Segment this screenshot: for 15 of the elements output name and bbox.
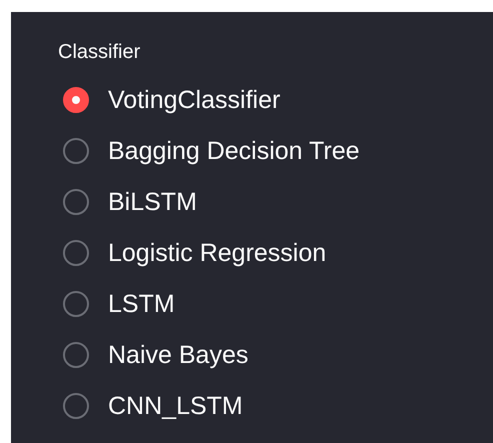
radio-button[interactable] bbox=[63, 138, 89, 164]
radio-button[interactable] bbox=[63, 393, 89, 419]
option-label[interactable]: BiLSTM bbox=[108, 188, 197, 216]
radio-button[interactable] bbox=[63, 291, 89, 317]
option-label[interactable]: Bagging Decision Tree bbox=[108, 136, 360, 166]
option-label[interactable]: Naive Bayes bbox=[108, 340, 248, 370]
radio-button[interactable] bbox=[63, 342, 89, 368]
radio-button[interactable] bbox=[63, 189, 89, 215]
option-label[interactable]: CNN_LSTM bbox=[108, 392, 243, 420]
group-label: Classifier bbox=[58, 40, 142, 64]
option-label[interactable]: Logistic Regression bbox=[108, 238, 326, 268]
option-label[interactable]: LSTM bbox=[108, 290, 175, 318]
option-label[interactable]: VotingClassifier bbox=[108, 86, 280, 114]
radio-button[interactable] bbox=[63, 240, 89, 266]
radio-button[interactable] bbox=[63, 87, 89, 113]
